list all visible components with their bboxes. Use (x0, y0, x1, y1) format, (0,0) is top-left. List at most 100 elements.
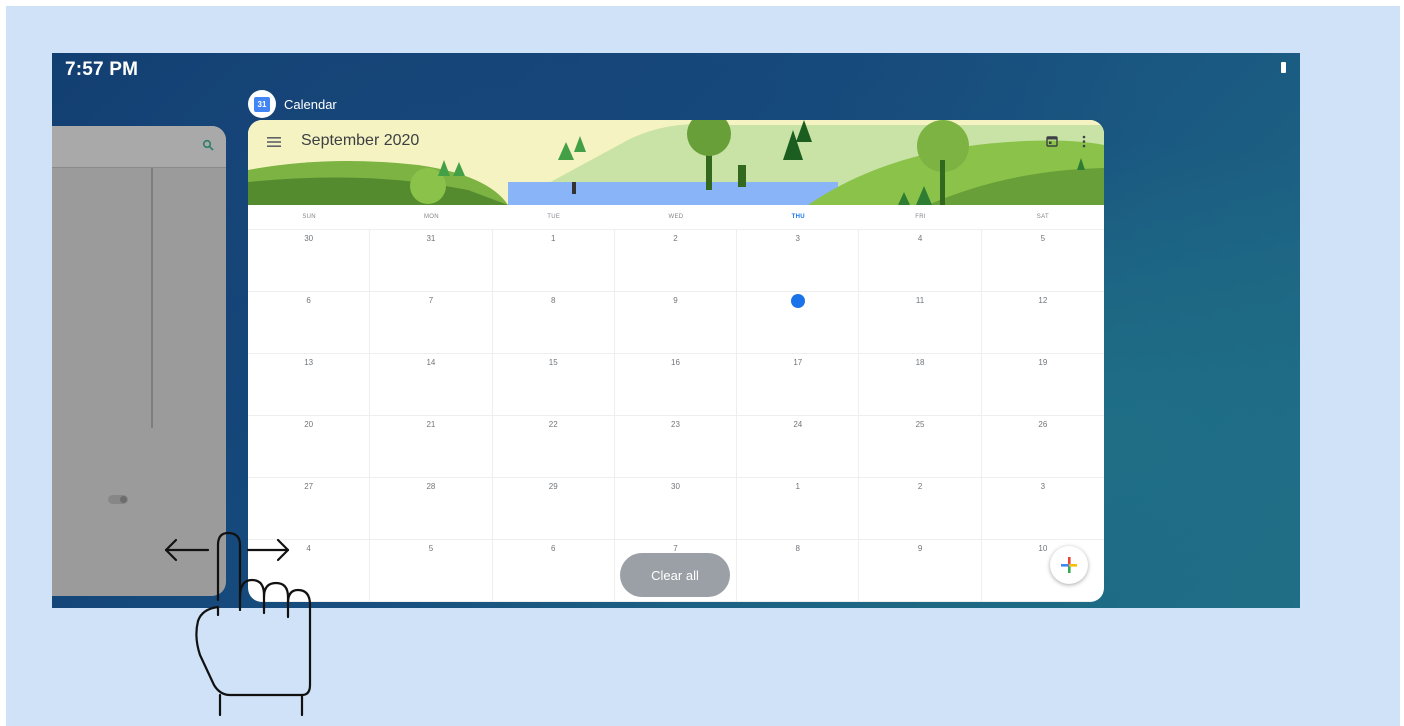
day-cell[interactable]: 30 (614, 478, 738, 540)
day-number: 12 (1038, 296, 1048, 305)
day-number: 24 (793, 420, 803, 429)
day-cell[interactable]: 11 (859, 292, 982, 354)
day-cell[interactable]: 5 (370, 540, 493, 602)
day-number: 2 (917, 482, 923, 491)
weekday-label: SUN (302, 214, 316, 220)
add-icon (1061, 557, 1077, 573)
weekday-label: WED (668, 214, 684, 220)
day-cell[interactable]: 26 (981, 416, 1104, 478)
today-indicator: 10 (790, 294, 805, 308)
day-number: 28 (426, 482, 436, 491)
search-icon (202, 139, 214, 151)
status-time: 7:57 PM (65, 59, 139, 80)
day-cell[interactable]: 3 (981, 478, 1104, 540)
day-number: 9 (673, 296, 678, 305)
day-cell[interactable]: 31 (370, 230, 493, 292)
day-cell[interactable]: 19 (981, 354, 1104, 416)
menu-icon[interactable] (267, 137, 281, 147)
day-cell[interactable]: 30 (248, 230, 371, 292)
day-cell[interactable]: 16 (614, 354, 738, 416)
day-cell[interactable]: 2 (614, 230, 738, 292)
day-number: 7 (428, 296, 434, 305)
app-icon-date: 31 (254, 96, 270, 112)
day-number: 20 (304, 420, 314, 429)
weekday-label: THU (791, 214, 805, 220)
day-cell[interactable]: 8 (492, 292, 615, 354)
app-name: Calendar (284, 96, 337, 112)
create-event-button[interactable] (1050, 546, 1088, 584)
day-number: 21 (426, 420, 436, 429)
app-label[interactable]: 31 Calendar (248, 90, 337, 118)
day-number: 8 (550, 296, 556, 305)
day-number: 18 (915, 358, 925, 367)
day-number: 19 (1038, 358, 1048, 367)
day-cell[interactable]: 13 (248, 354, 371, 416)
battery-icon (1281, 62, 1286, 73)
day-number: 22 (548, 420, 558, 429)
day-number: 1 (550, 234, 556, 243)
day-cell[interactable]: 24 (737, 416, 860, 478)
day-cell[interactable]: 12 (981, 292, 1104, 354)
day-cell[interactable]: 9 (859, 540, 982, 602)
day-number: 17 (793, 358, 803, 367)
day-cell[interactable]: 5 (981, 230, 1104, 292)
day-cell[interactable]: 4 (859, 230, 982, 292)
day-number: 11 (915, 296, 925, 305)
day-number: 30 (304, 234, 314, 243)
day-cell[interactable]: 28 (370, 478, 493, 540)
day-number: 31 (426, 234, 436, 243)
day-cell[interactable]: 14 (370, 354, 493, 416)
day-cell[interactable]: 22 (492, 416, 615, 478)
calendar-app-icon: 31 (248, 90, 276, 118)
day-number: 3 (1040, 482, 1046, 491)
day-cell[interactable]: 21 (370, 416, 493, 478)
day-cell[interactable]: 15 (492, 354, 615, 416)
day-number: 9 (917, 544, 923, 553)
calendar-icon[interactable] (1046, 135, 1058, 147)
day-cell[interactable]: 2 (859, 478, 982, 540)
day-number: 30 (671, 482, 680, 491)
day-number: 29 (548, 482, 558, 491)
more-vert-icon[interactable] (1082, 135, 1086, 148)
day-cell[interactable]: 23 (614, 416, 738, 478)
weekday-header: SUN MON TUE WED THU FRI SAT (248, 214, 1104, 220)
day-cell[interactable]: 6 (248, 292, 371, 354)
clear-all-button[interactable]: Clear all (620, 553, 730, 597)
day-cell[interactable]: 18 (859, 354, 982, 416)
day-number: 4 (917, 234, 923, 243)
day-cell[interactable]: 1 (737, 478, 860, 540)
day-cell[interactable]: 9 (614, 292, 738, 354)
day-cell[interactable]: 10 (737, 292, 860, 354)
day-cell[interactable]: 25 (859, 416, 982, 478)
day-number: 13 (304, 358, 314, 367)
day-number: 2 (673, 234, 678, 243)
day-cell[interactable]: 6 (492, 540, 615, 602)
day-cell[interactable]: 20 (248, 416, 371, 478)
day-number: 25 (915, 420, 925, 429)
day-cell[interactable]: 1 (492, 230, 615, 292)
day-number: 7 (673, 544, 678, 553)
day-cell[interactable]: 8 (737, 540, 860, 602)
toggle-switch[interactable] (108, 495, 128, 504)
day-number: 23 (671, 420, 680, 429)
day-number: 27 (304, 482, 314, 491)
weekday-label: MON (423, 214, 439, 220)
day-cell[interactable]: 17 (737, 354, 860, 416)
divider (151, 168, 153, 428)
day-number: 16 (671, 358, 680, 367)
month-title[interactable]: September 2020 (301, 132, 419, 150)
day-number: 1 (795, 482, 800, 491)
month-grid: 30 31 1 2 3 4 5 6 7 8 9 10 11 12 13 14 15 16 17 18 19 20 21 22 2… (248, 229, 1104, 602)
day-number: 3 (795, 234, 800, 243)
day-number: 26 (1038, 420, 1048, 429)
day-number: 6 (550, 544, 556, 553)
day-number: 6 (306, 296, 311, 305)
day-cell[interactable]: 3 (737, 230, 860, 292)
calendar-app-card[interactable]: September 2020 SUN MON TUE WED THU FRI SAT 30 3… (248, 120, 1104, 602)
day-cell[interactable]: 29 (492, 478, 615, 540)
previous-app-toolbar (52, 126, 226, 168)
day-cell[interactable]: 7 (370, 292, 493, 354)
day-number: 14 (426, 358, 436, 367)
day-number: 5 (428, 544, 434, 553)
day-number: 15 (548, 358, 558, 367)
